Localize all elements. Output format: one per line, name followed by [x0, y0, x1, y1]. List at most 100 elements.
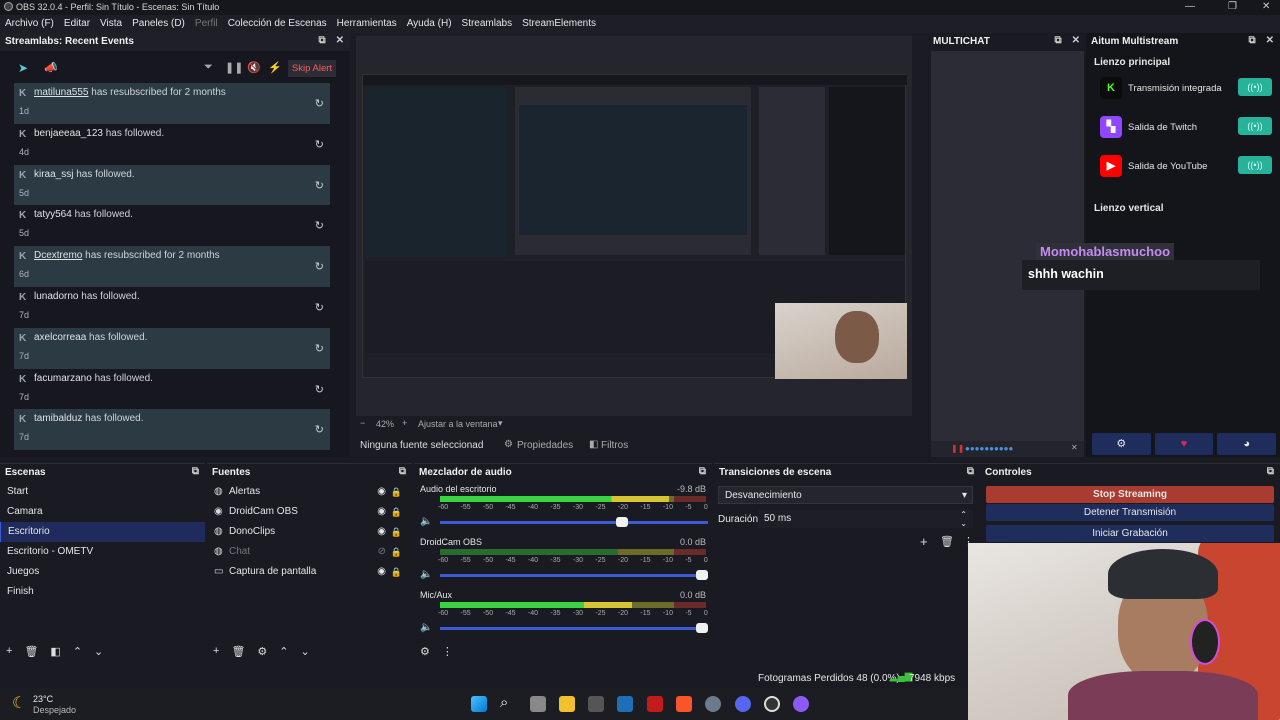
- move-up-icon[interactable]: ⌃: [73, 645, 82, 661]
- menu-vista[interactable]: Vista: [95, 15, 127, 33]
- settings-icon[interactable]: [705, 696, 721, 712]
- task-view-icon[interactable]: [530, 696, 546, 712]
- filters-icon[interactable]: ◧: [589, 439, 598, 450]
- source-settings-icon[interactable]: ⚙: [257, 645, 267, 661]
- source-item[interactable]: ◍ DonoClips ◉ 🔒: [207, 522, 412, 542]
- eye-off-icon[interactable]: ⊘: [378, 542, 386, 562]
- scene-item[interactable]: Escritorio - OMETV: [0, 542, 205, 562]
- speaker-icon[interactable]: 🔈: [420, 622, 432, 633]
- fit-window-label[interactable]: Ajustar a la ventana: [418, 419, 498, 429]
- gear-icon[interactable]: ⚙: [504, 439, 513, 450]
- speaker-muted-icon[interactable]: 🔈: [420, 569, 432, 580]
- menu-streamlabs[interactable]: Streamlabs: [457, 15, 518, 33]
- app-red-icon[interactable]: [647, 696, 663, 712]
- float-icon[interactable]: ⧉: [699, 466, 706, 477]
- float-icon[interactable]: ⧉: [192, 466, 199, 477]
- eye-icon[interactable]: ◉: [377, 502, 386, 522]
- float-icon[interactable]: ⧉: [318, 35, 325, 46]
- close-dock-icon[interactable]: ✕: [336, 35, 344, 46]
- eye-icon[interactable]: ◉: [377, 522, 386, 542]
- replay-icon[interactable]: ↻: [315, 219, 324, 232]
- source-item[interactable]: ◍ Alertas ◉ 🔒: [207, 482, 412, 502]
- lock-icon[interactable]: 🔒: [391, 562, 402, 582]
- float-icon[interactable]: ⧉: [1248, 35, 1255, 46]
- spinner-icon[interactable]: ⌃ ⌄: [960, 510, 967, 528]
- obs-icon[interactable]: [764, 696, 780, 712]
- file-explorer-icon[interactable]: [559, 696, 575, 712]
- add-source-icon[interactable]: +: [213, 645, 219, 661]
- event-user[interactable]: Dcextremo: [34, 250, 82, 261]
- fit-dropdown-icon[interactable]: ▾: [498, 418, 503, 429]
- volume-knob[interactable]: [615, 517, 628, 527]
- volume-knob[interactable]: [696, 570, 708, 580]
- menu-herramientas[interactable]: Herramientas: [332, 15, 402, 33]
- volume-knob[interactable]: [696, 623, 708, 633]
- close-icon[interactable]: ✕: [1071, 443, 1078, 452]
- app-icon[interactable]: [617, 696, 633, 712]
- event-user[interactable]: matiluna555: [34, 87, 88, 98]
- donate-button[interactable]: ♥: [1154, 433, 1214, 455]
- search-icon[interactable]: ⌕: [500, 694, 508, 711]
- discord-icon[interactable]: [735, 696, 751, 712]
- add-scene-icon[interactable]: +: [6, 645, 12, 661]
- replay-icon[interactable]: ↻: [315, 301, 324, 314]
- replay-icon[interactable]: ↻: [315, 97, 324, 110]
- remove-source-icon[interactable]: 🗑: [231, 645, 245, 661]
- add-transition-icon[interactable]: +: [920, 534, 928, 549]
- source-item[interactable]: ◉ DroidCam OBS ◉ 🔒: [207, 502, 412, 522]
- minimize-button[interactable]: —: [1185, 1, 1195, 12]
- menu-archivo[interactable]: Archivo (F): [0, 15, 59, 33]
- transition-select[interactable]: Desvanecimiento ▾: [718, 486, 973, 504]
- duration-field[interactable]: 50 ms ⌃ ⌄: [758, 510, 973, 528]
- send-icon[interactable]: ➤: [18, 61, 28, 75]
- menu-perfil[interactable]: Perfil: [190, 15, 223, 33]
- brave-icon[interactable]: [676, 696, 692, 712]
- app-purple-icon[interactable]: [793, 696, 809, 712]
- scene-item[interactable]: Juegos: [0, 562, 205, 582]
- source-item[interactable]: ▭ Captura de pantalla ◉ 🔒: [207, 562, 412, 582]
- float-icon[interactable]: ⧉: [967, 466, 974, 477]
- remove-transition-icon[interactable]: 🗑: [940, 535, 954, 548]
- volume-slider[interactable]: [440, 570, 708, 580]
- replay-icon[interactable]: ↻: [315, 423, 324, 436]
- filter-icon[interactable]: ⏷: [204, 61, 213, 74]
- advanced-audio-icon[interactable]: ⚙: [420, 645, 430, 661]
- replay-icon[interactable]: ↻: [315, 260, 324, 273]
- scene-filters-icon[interactable]: ◧: [50, 645, 60, 661]
- maximize-button[interactable]: ❐: [1228, 1, 1237, 12]
- program-preview[interactable]: [356, 36, 912, 416]
- close-dock-icon[interactable]: ✕: [1266, 35, 1274, 46]
- move-down-icon[interactable]: ⌄: [94, 645, 103, 661]
- lock-icon[interactable]: 🔒: [391, 482, 402, 502]
- megaphone-icon[interactable]: 📣: [44, 61, 58, 74]
- settings-button[interactable]: ⚙: [1092, 433, 1151, 455]
- float-icon[interactable]: ⧉: [1267, 466, 1274, 477]
- replay-icon[interactable]: ↻: [315, 179, 324, 192]
- pause-icon[interactable]: ❚❚: [225, 61, 243, 74]
- filters-button[interactable]: Filtros: [601, 440, 628, 451]
- scene-item[interactable]: Finish: [0, 582, 205, 602]
- move-down-icon[interactable]: ⌄: [301, 645, 310, 661]
- stop-transmission-button[interactable]: Detener Transmisión: [986, 504, 1274, 521]
- eye-icon[interactable]: ◉: [377, 482, 386, 502]
- menu-paneles[interactable]: Paneles (D): [127, 15, 190, 33]
- menu-streamelements[interactable]: StreamElements: [517, 15, 601, 33]
- start-recording-button[interactable]: Iniciar Grabación: [986, 525, 1274, 542]
- scene-item[interactable]: Escritorio: [0, 522, 205, 542]
- float-icon[interactable]: ⧉: [1054, 35, 1061, 46]
- discord-button[interactable]: ◕: [1217, 433, 1277, 455]
- store-icon[interactable]: [588, 696, 604, 712]
- eye-icon[interactable]: ◉: [377, 562, 386, 582]
- source-item[interactable]: ◍ Chat ⊘ 🔒: [207, 542, 412, 562]
- menu-ayuda[interactable]: Ayuda (H): [402, 15, 457, 33]
- clear-icon[interactable]: ⚡: [268, 61, 282, 74]
- zoom-in-icon[interactable]: +: [402, 418, 407, 428]
- windows-start-icon[interactable]: [471, 696, 487, 712]
- lock-icon[interactable]: 🔒: [391, 522, 402, 542]
- skip-alert-button[interactable]: Skip Alert: [288, 60, 336, 77]
- replay-icon[interactable]: ↻: [315, 138, 324, 151]
- more-options-icon[interactable]: ⋮: [442, 645, 453, 661]
- float-icon[interactable]: ⧉: [399, 466, 406, 477]
- volume-slider[interactable]: [440, 517, 708, 527]
- close-button[interactable]: ✕: [1262, 1, 1270, 12]
